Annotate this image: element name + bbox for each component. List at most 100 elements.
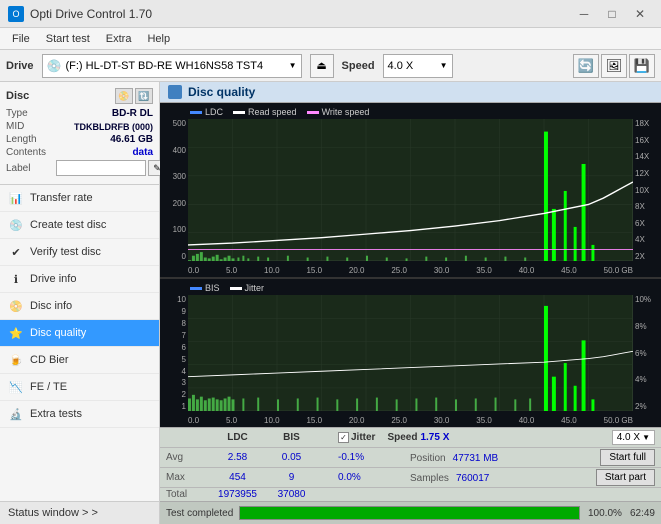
verify-test-disc-label: Verify test disc: [30, 246, 101, 258]
col-speed-header: Speed: [387, 432, 417, 443]
disc-label-input: ✎: [56, 160, 166, 176]
x-bot-40: 40.0: [519, 416, 535, 425]
sidebar: Disc 📀 🔃 Type BD-R DL MID TDKBLDRFB (000…: [0, 82, 160, 524]
disc-header: Disc 📀 🔃: [6, 88, 153, 104]
top-chart-svg: [188, 119, 633, 261]
disc-value-contents: data: [56, 147, 153, 158]
total-label: Total: [166, 489, 206, 500]
max-jitter: 0.0%: [338, 472, 398, 483]
x-top-25: 25.0: [391, 266, 407, 275]
status-window-label: Status window > >: [8, 507, 98, 519]
toolbar-btn-3[interactable]: 💾: [629, 54, 655, 78]
sidebar-item-transfer-rate[interactable]: 📊 Transfer rate: [0, 185, 159, 212]
sidebar-item-create-test-disc[interactable]: 💿 Create test disc: [0, 212, 159, 239]
close-button[interactable]: ✕: [627, 4, 653, 24]
col-ldc-header: LDC: [210, 432, 265, 443]
disc-row-contents: Contents data: [6, 147, 153, 158]
status-window-button[interactable]: Status window > >: [0, 501, 159, 524]
label-input[interactable]: [56, 160, 146, 176]
y-bot-10: 10: [162, 295, 186, 304]
jitter-checkbox[interactable]: ✓: [338, 432, 349, 443]
progress-bar-background: [239, 506, 580, 520]
fe-te-icon: 📉: [8, 379, 24, 395]
y-top-r-4x: 4X: [635, 235, 659, 244]
bottom-chart: BIS Jitter 10 9 8 7 6 5 4 3 2 1: [160, 279, 661, 427]
disc-row-type: Type BD-R DL: [6, 108, 153, 119]
sidebar-item-disc-quality[interactable]: ⭐ Disc quality: [0, 320, 159, 347]
disc-field-label: Label: [6, 163, 56, 174]
y-top-400: 400: [162, 146, 186, 155]
disc-field-contents: Contents: [6, 147, 56, 158]
menu-start-test[interactable]: Start test: [38, 31, 98, 47]
samples-val: 760017: [456, 473, 489, 484]
transfer-rate-icon: 📊: [8, 190, 24, 206]
x-top-0: 0.0: [188, 266, 199, 275]
avg-ldc: 2.58: [210, 452, 265, 463]
avg-label: Avg: [166, 452, 206, 463]
x-top-15: 15.0: [306, 266, 322, 275]
y-bot-6: 6: [162, 343, 186, 352]
y-bot-r-2pct: 2%: [635, 402, 659, 411]
legend-jitter: Jitter: [245, 283, 265, 293]
total-ldc: 1973955: [210, 489, 265, 500]
cd-bier-label: CD Bier: [30, 354, 69, 366]
y-top-r-8x: 8X: [635, 202, 659, 211]
x-top-45: 45.0: [561, 266, 577, 275]
start-full-button[interactable]: Start full: [600, 449, 655, 466]
speed-dropdown-val: 4.0 X: [617, 432, 640, 443]
x-bot-0: 0.0: [188, 416, 199, 425]
x-bot-50: 50.0 GB: [604, 416, 633, 425]
sidebar-item-extra-tests[interactable]: 🔬 Extra tests: [0, 401, 159, 428]
disc-row-length: Length 46.61 GB: [6, 134, 153, 145]
y-top-r-6x: 6X: [635, 219, 659, 228]
maximize-button[interactable]: □: [599, 4, 625, 24]
x-top-30: 30.0: [434, 266, 450, 275]
speed-select[interactable]: 4.0 X ▼: [383, 54, 453, 78]
drive-select[interactable]: 💿 (F:) HL-DT-ST BD-RE WH16NS58 TST4 ▼: [42, 54, 302, 78]
start-part-button[interactable]: Start part: [596, 469, 655, 486]
speed-dropdown[interactable]: 4.0 X ▼: [612, 430, 655, 445]
y-top-0: 0: [162, 252, 186, 261]
sidebar-item-verify-test-disc[interactable]: ✔ Verify test disc: [0, 239, 159, 266]
drive-info-label: Drive info: [30, 273, 76, 285]
legend-ldc: LDC: [205, 107, 223, 117]
dropdown-arrow-icon: ▼: [642, 433, 650, 442]
sidebar-item-disc-info[interactable]: 📀 Disc info: [0, 293, 159, 320]
x-top-20: 20.0: [349, 266, 365, 275]
drive-label: Drive: [6, 60, 34, 72]
menu-help[interactable]: Help: [139, 31, 178, 47]
toolbar-btn-2[interactable]: 🖼: [601, 54, 627, 78]
y-top-r-10x: 10X: [635, 186, 659, 195]
sidebar-item-fe-te[interactable]: 📉 FE / TE: [0, 374, 159, 401]
minimize-button[interactable]: ─: [571, 4, 597, 24]
max-bis: 9: [269, 472, 314, 483]
transfer-rate-label: Transfer rate: [30, 192, 93, 204]
cd-bier-icon: 🍺: [8, 352, 24, 368]
position-val: 47731 MB: [453, 453, 499, 464]
fe-te-label: FE / TE: [30, 381, 67, 393]
progress-area: Test completed 100.0% 62:49: [160, 501, 661, 524]
x-bot-45: 45.0: [561, 416, 577, 425]
y-bot-1: 1: [162, 402, 186, 411]
max-label: Max: [166, 472, 206, 483]
menu-file[interactable]: File: [4, 31, 38, 47]
sidebar-item-cd-bier[interactable]: 🍺 CD Bier: [0, 347, 159, 374]
legend-bis: BIS: [205, 283, 220, 293]
position-label: Position: [410, 453, 446, 464]
y-top-100: 100: [162, 225, 186, 234]
y-top-r-18x: 18X: [635, 119, 659, 128]
menu-bar: File Start test Extra Help: [0, 28, 661, 50]
disc-info-icon: 📀: [8, 298, 24, 314]
x-bot-15: 15.0: [306, 416, 322, 425]
disc-row-label: Label ✎: [6, 160, 153, 176]
disc-icon-btn-1[interactable]: 📀: [115, 88, 133, 104]
create-test-disc-label: Create test disc: [30, 219, 106, 231]
bottom-chart-svg: [188, 295, 633, 411]
disc-icon-btn-2[interactable]: 🔃: [135, 88, 153, 104]
sidebar-item-drive-info[interactable]: ℹ Drive info: [0, 266, 159, 293]
verify-test-disc-icon: ✔: [8, 244, 24, 260]
y-bot-4: 4: [162, 367, 186, 376]
toolbar-btn-1[interactable]: 🔄: [573, 54, 599, 78]
menu-extra[interactable]: Extra: [98, 31, 140, 47]
eject-button[interactable]: ⏏: [310, 54, 334, 78]
